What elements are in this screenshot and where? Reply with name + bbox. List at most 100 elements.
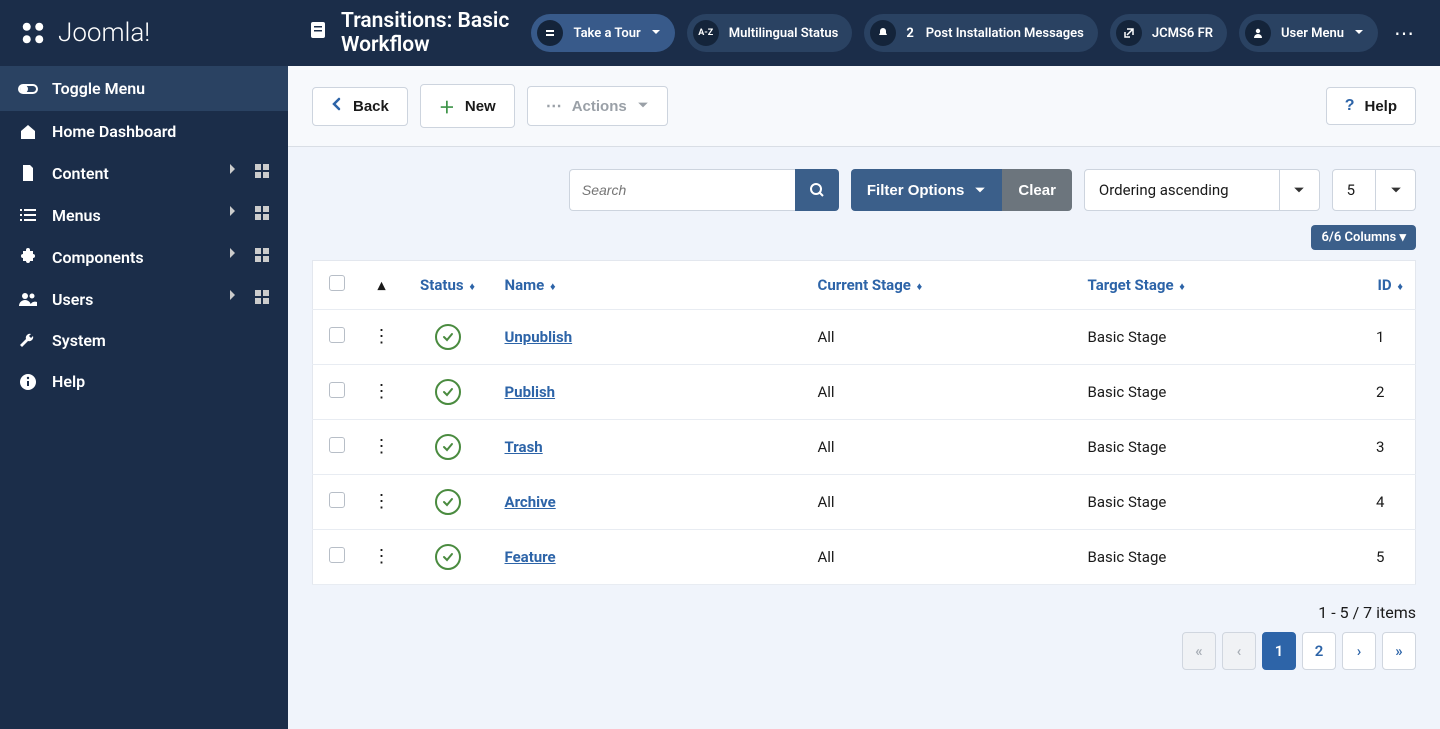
workflow-icon <box>308 20 328 46</box>
row-actions-button[interactable]: ⋮ <box>373 493 391 511</box>
page-2-button[interactable]: 2 <box>1302 632 1336 670</box>
take-tour-button[interactable]: Take a Tour <box>531 14 674 52</box>
sidebar-item-menus[interactable]: Menus <box>0 194 288 236</box>
status-published-icon[interactable] <box>435 379 461 405</box>
page-title-wrap: Transitions: Basic Workflow <box>308 9 519 57</box>
sidebar-item-help[interactable]: Help <box>0 361 288 402</box>
chevron-down-icon <box>1279 170 1319 210</box>
list-icon <box>18 207 38 223</box>
row-actions-button[interactable]: ⋮ <box>373 328 391 346</box>
status-published-icon[interactable] <box>435 489 461 515</box>
row-actions-button[interactable]: ⋮ <box>373 383 391 401</box>
row-checkbox[interactable] <box>329 327 345 343</box>
row-actions-button[interactable]: ⋮ <box>373 548 391 566</box>
transition-name-link[interactable]: Archive <box>505 493 556 511</box>
toggle-menu[interactable]: Toggle Menu <box>0 66 288 111</box>
transition-name-link[interactable]: Publish <box>505 383 556 401</box>
user-menu-button[interactable]: User Menu <box>1239 14 1378 52</box>
grid-icon[interactable] <box>254 289 270 309</box>
sort-icon: ♦ <box>550 280 556 293</box>
actions-button[interactable]: ⋯ Actions <box>527 86 668 126</box>
multilingual-icon: A-Z <box>693 20 719 46</box>
id-cell: 1 <box>1346 310 1416 365</box>
topbar: Transitions: Basic Workflow Take a Tour … <box>288 0 1440 66</box>
back-button[interactable]: Back <box>312 87 408 126</box>
search-input[interactable] <box>569 169 795 211</box>
clear-button[interactable]: Clear <box>1002 169 1072 211</box>
page-prev-button: ‹ <box>1222 632 1256 670</box>
limit-value: 5 <box>1333 170 1375 210</box>
target-stage-cell: Basic Stage <box>1076 310 1346 365</box>
col-check-all[interactable] <box>313 261 361 310</box>
col-ordering[interactable]: ▴ <box>361 261 403 310</box>
bell-icon <box>870 20 896 46</box>
row-checkbox[interactable] <box>329 547 345 563</box>
status-published-icon[interactable] <box>435 434 461 460</box>
grid-icon[interactable] <box>254 205 270 225</box>
chevron-right-icon <box>228 205 236 225</box>
columns-button[interactable]: 6/6 Columns ▾ <box>1311 225 1416 250</box>
row-checkbox[interactable] <box>329 437 345 453</box>
filter-options-label: Filter Options <box>867 182 965 199</box>
col-id[interactable]: ID ♦ <box>1346 261 1416 310</box>
transition-name-link[interactable]: Trash <box>505 438 543 456</box>
sidebar-item-components[interactable]: Components <box>0 236 288 278</box>
multilingual-button[interactable]: A-Z Multilingual Status <box>687 14 853 52</box>
grid-icon[interactable] <box>254 163 270 183</box>
page-next-button[interactable]: › <box>1342 632 1376 670</box>
limit-select[interactable]: 5 <box>1332 169 1416 211</box>
clear-label: Clear <box>1018 182 1056 199</box>
current-stage-cell: All <box>806 530 1076 585</box>
home-icon <box>18 123 38 141</box>
post-install-button[interactable]: 2 Post Installation Messages <box>864 14 1098 52</box>
sidebar-item-label: Components <box>52 248 214 267</box>
sidebar-item-label: Home Dashboard <box>52 122 270 141</box>
columns-label: 6/6 Columns <box>1321 230 1396 245</box>
chevron-right-icon <box>228 247 236 267</box>
help-button[interactable]: ? Help <box>1326 87 1416 125</box>
target-stage-cell: Basic Stage <box>1076 530 1346 585</box>
transition-name-link[interactable]: Feature <box>505 548 556 566</box>
multilingual-label: Multilingual Status <box>729 26 839 41</box>
sidebar-item-label: Menus <box>52 206 214 225</box>
col-current-stage[interactable]: Current Stage ♦ <box>806 261 1076 310</box>
status-published-icon[interactable] <box>435 544 461 570</box>
ordering-value: Ordering ascending <box>1085 170 1279 210</box>
row-checkbox[interactable] <box>329 492 345 508</box>
transitions-table: ▴ Status ♦ Name ♦ Current Stage ♦ Target… <box>312 260 1416 585</box>
page-1-button[interactable]: 1 <box>1262 632 1296 670</box>
filter-group: Filter Options Clear <box>851 169 1072 211</box>
page-last-button[interactable]: » <box>1382 632 1416 670</box>
col-name[interactable]: Name ♦ <box>493 261 806 310</box>
new-button[interactable]: ＋ New <box>420 84 515 128</box>
joomla-icon <box>18 18 48 48</box>
id-cell: 4 <box>1346 475 1416 530</box>
transition-name-link[interactable]: Unpublish <box>505 328 573 346</box>
toggle-icon <box>18 82 38 96</box>
sidebar-item-users[interactable]: Users <box>0 278 288 320</box>
row-actions-button[interactable]: ⋮ <box>373 438 391 456</box>
tour-icon <box>537 20 563 46</box>
site-link-button[interactable]: JCMS6 FR <box>1110 14 1227 52</box>
user-icon <box>1245 20 1271 46</box>
caret-down-icon: ▾ <box>1399 230 1406 245</box>
sidebar-item-system[interactable]: System <box>0 320 288 361</box>
sidebar-item-home-dashboard[interactable]: Home Dashboard <box>0 111 288 152</box>
id-cell: 5 <box>1346 530 1416 585</box>
status-published-icon[interactable] <box>435 324 461 350</box>
ordering-select[interactable]: Ordering ascending <box>1084 169 1320 211</box>
users-icon <box>18 291 38 307</box>
brand-logo[interactable]: Joomla! <box>0 0 288 66</box>
search-button[interactable] <box>795 169 839 211</box>
target-stage-cell: Basic Stage <box>1076 420 1346 475</box>
col-status[interactable]: Status ♦ <box>403 261 493 310</box>
puzzle-icon <box>18 248 38 266</box>
filter-options-button[interactable]: Filter Options <box>851 169 1003 211</box>
more-menu-button[interactable]: ⋯ <box>1390 21 1420 45</box>
row-checkbox[interactable] <box>329 382 345 398</box>
col-target-stage[interactable]: Target Stage ♦ <box>1076 261 1346 310</box>
grid-icon[interactable] <box>254 247 270 267</box>
chevron-right-icon <box>228 163 236 183</box>
sort-icon: ♦ <box>469 280 475 293</box>
sidebar-item-content[interactable]: Content <box>0 152 288 194</box>
